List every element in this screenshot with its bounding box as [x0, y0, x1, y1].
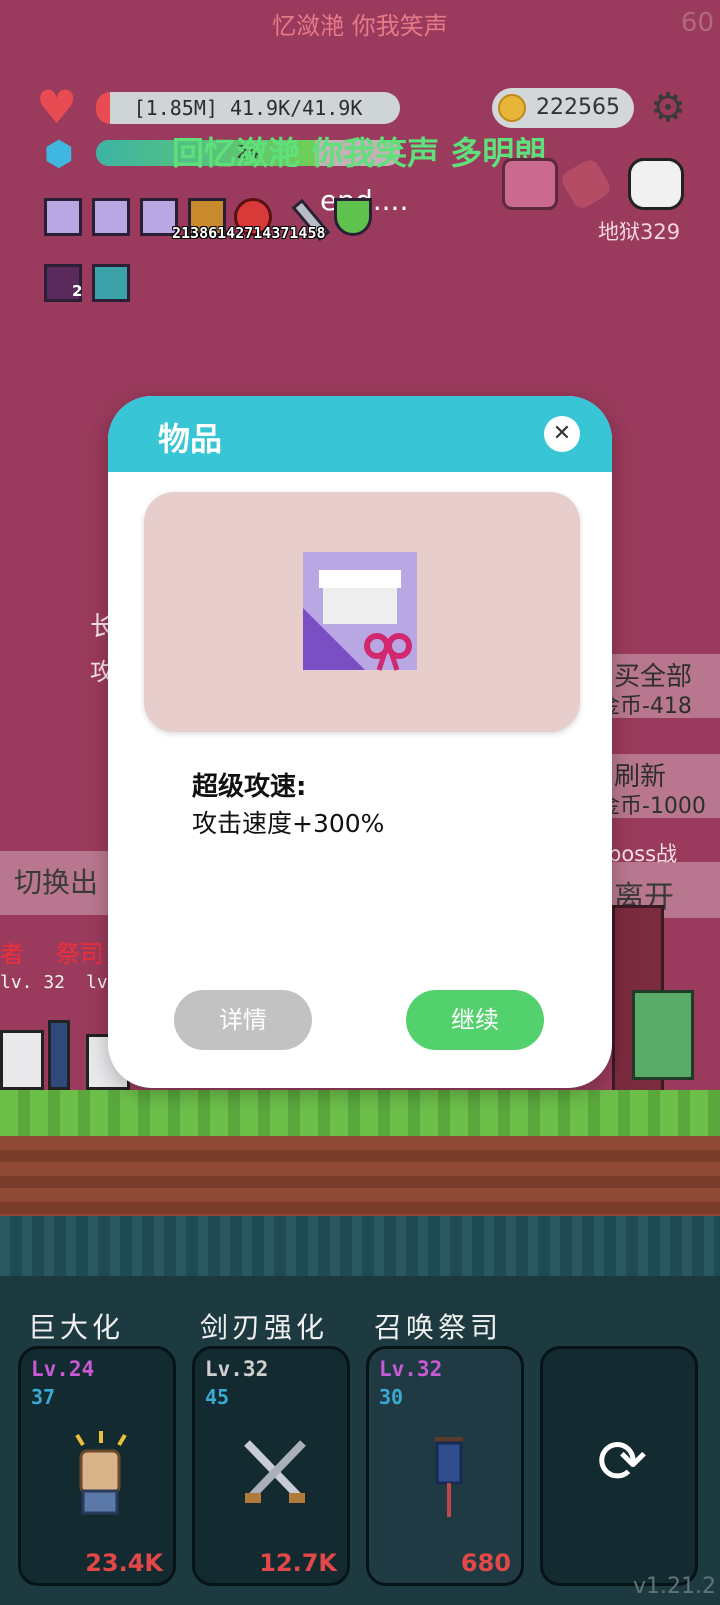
details-button[interactable]: 详情 [174, 990, 312, 1050]
gift-scroll-icon [299, 548, 421, 672]
modal-header: 物品 ✕ [108, 396, 612, 472]
item-card [144, 492, 580, 732]
modal-title: 物品 [158, 420, 223, 458]
item-modal: 物品 ✕ 超级攻速: 攻击速度+300% 详情 继续 [108, 396, 612, 1088]
item-name: 超级攻速: [192, 772, 307, 802]
continue-button[interactable]: 继续 [406, 990, 544, 1050]
game-screen: 忆潋滟 你我笑声 60 ♥ [1.85M] 41.9K/41.9K ⬢ 24 回… [0, 0, 720, 1605]
modal-overlay: 物品 ✕ 超级攻速: 攻击速度+300% 详情 继续 [0, 0, 720, 1605]
close-button[interactable]: ✕ [544, 416, 580, 452]
item-description: 攻击速度+300% [192, 809, 385, 838]
